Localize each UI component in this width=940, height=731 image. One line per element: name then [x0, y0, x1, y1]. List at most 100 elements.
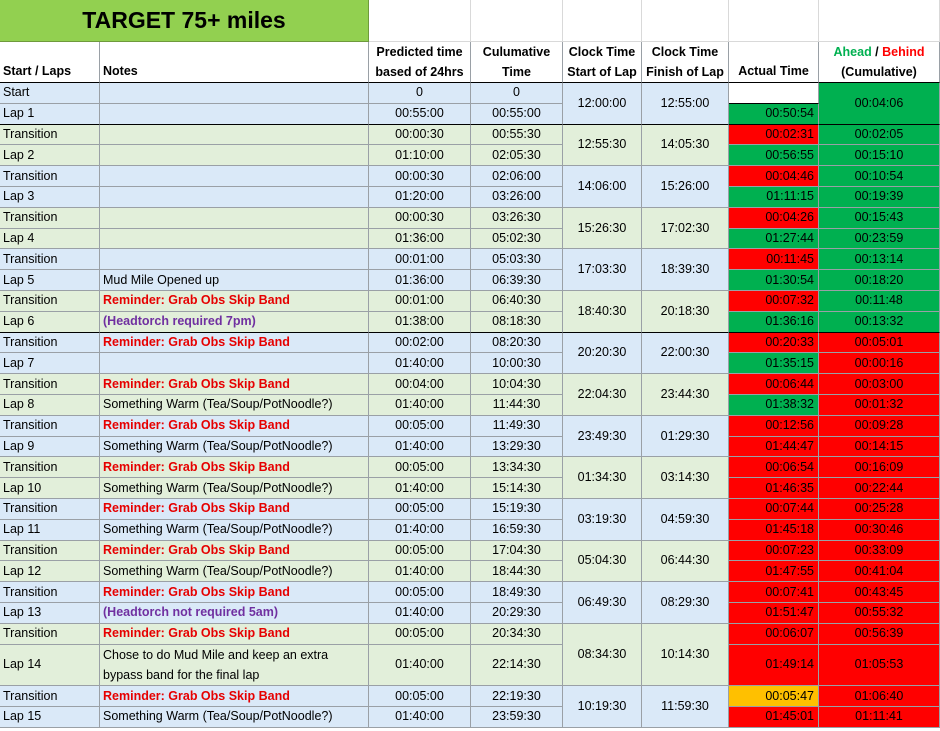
clock-start[interactable]: 12:00:00 — [563, 83, 642, 125]
lap-label[interactable]: Transition — [0, 540, 100, 562]
lap-label[interactable]: Lap 7 — [0, 353, 100, 375]
lap-label[interactable]: Lap 1 — [0, 103, 100, 125]
lap-label[interactable]: Lap 12 — [0, 561, 100, 583]
predicted-time[interactable]: 00:05:00 — [369, 540, 471, 562]
predicted-time[interactable]: 01:40:00 — [369, 561, 471, 583]
cumulative-time[interactable]: 15:14:30 — [471, 478, 563, 499]
predicted-time[interactable]: 00:55:00 — [369, 103, 471, 125]
predicted-time[interactable]: 01:40:00 — [369, 436, 471, 458]
clock-finish[interactable]: 17:02:30 — [642, 207, 729, 250]
ahead-behind-time[interactable]: 00:13:32 — [819, 311, 940, 333]
clock-finish[interactable]: 11:59:30 — [642, 686, 729, 728]
predicted-time[interactable]: 00:02:00 — [369, 332, 471, 354]
cumulative-time[interactable]: 05:03:30 — [471, 249, 563, 271]
clock-start[interactable]: 14:06:00 — [563, 166, 642, 208]
lap-label[interactable]: Transition — [0, 207, 100, 229]
lap-note[interactable]: Reminder: Grab Obs Skip Band — [100, 582, 369, 603]
clock-finish[interactable]: 14:05:30 — [642, 124, 729, 167]
cumulative-time[interactable]: 17:04:30 — [471, 540, 563, 562]
clock-start[interactable]: 15:26:30 — [563, 207, 642, 250]
cumulative-time[interactable]: 08:18:30 — [471, 311, 563, 333]
ahead-behind-time[interactable]: 00:15:43 — [819, 207, 940, 229]
lap-note[interactable]: Reminder: Grab Obs Skip Band — [100, 540, 369, 562]
ahead-behind-time[interactable]: 00:30:46 — [819, 519, 940, 541]
lap-label[interactable]: Transition — [0, 623, 100, 645]
actual-time[interactable]: 00:11:45 — [729, 249, 819, 271]
cumulative-time[interactable]: 0 — [471, 83, 563, 104]
cumulative-time[interactable]: 10:00:30 — [471, 353, 563, 375]
lap-note[interactable] — [100, 187, 369, 208]
lap-note[interactable]: Mud Mile Opened up — [100, 270, 369, 291]
sheet-title[interactable]: TARGET 75+ miles — [0, 0, 369, 42]
cumulative-time[interactable]: 18:49:30 — [471, 582, 563, 603]
predicted-time[interactable]: 00:01:00 — [369, 249, 471, 271]
clock-start[interactable]: 03:19:30 — [563, 499, 642, 541]
ahead-behind-time[interactable]: 00:13:14 — [819, 249, 940, 271]
ahead-behind-time[interactable]: 00:15:10 — [819, 145, 940, 167]
actual-time[interactable]: 00:07:44 — [729, 499, 819, 520]
header-notes[interactable]: Notes — [100, 42, 369, 83]
lap-note[interactable]: Reminder: Grab Obs Skip Band — [100, 623, 369, 645]
lap-label[interactable]: Lap 8 — [0, 395, 100, 416]
actual-time[interactable]: 00:04:26 — [729, 207, 819, 229]
lap-label[interactable]: Transition — [0, 582, 100, 603]
actual-time[interactable]: 00:02:31 — [729, 124, 819, 146]
actual-time[interactable]: 01:35:15 — [729, 353, 819, 375]
actual-time[interactable]: 01:51:47 — [729, 603, 819, 624]
cumulative-time[interactable]: 02:06:00 — [471, 166, 563, 187]
cumulative-time[interactable]: 22:14:30 — [471, 644, 563, 687]
predicted-time[interactable]: 01:40:00 — [369, 353, 471, 375]
predicted-time[interactable]: 01:40:00 — [369, 603, 471, 624]
predicted-time[interactable]: 01:40:00 — [369, 707, 471, 728]
ahead-behind-time[interactable]: 00:02:05 — [819, 124, 940, 146]
lap-label[interactable]: Transition — [0, 124, 100, 146]
lap-label[interactable]: Lap 15 — [0, 707, 100, 728]
predicted-time[interactable]: 00:00:30 — [369, 207, 471, 229]
lap-note[interactable]: Reminder: Grab Obs Skip Band — [100, 415, 369, 437]
clock-start[interactable]: 23:49:30 — [563, 415, 642, 458]
cumulative-time[interactable]: 06:40:30 — [471, 291, 563, 312]
predicted-time[interactable]: 00:04:00 — [369, 374, 471, 395]
clock-start[interactable]: 08:34:30 — [563, 623, 642, 687]
predicted-time[interactable]: 00:00:30 — [369, 166, 471, 187]
cumulative-time[interactable]: 15:19:30 — [471, 499, 563, 520]
predicted-time[interactable]: 00:00:30 — [369, 124, 471, 146]
lap-note[interactable] — [100, 228, 369, 250]
lap-note[interactable] — [100, 103, 369, 125]
actual-time[interactable] — [729, 83, 819, 104]
lap-label[interactable]: Lap 11 — [0, 519, 100, 541]
predicted-time[interactable]: 01:36:00 — [369, 270, 471, 291]
cumulative-time[interactable]: 11:44:30 — [471, 395, 563, 416]
ahead-behind-time[interactable]: 00:00:16 — [819, 353, 940, 375]
ahead-behind-time[interactable]: 00:14:15 — [819, 436, 940, 458]
actual-time[interactable]: 00:07:23 — [729, 540, 819, 562]
clock-start[interactable]: 05:04:30 — [563, 540, 642, 583]
lap-note[interactable]: Something Warm (Tea/Soup/PotNoodle?) — [100, 561, 369, 583]
actual-time[interactable]: 01:44:47 — [729, 436, 819, 458]
predicted-time[interactable]: 00:01:00 — [369, 291, 471, 312]
cumulative-time[interactable]: 13:29:30 — [471, 436, 563, 458]
predicted-time[interactable]: 00:05:00 — [369, 457, 471, 479]
predicted-time[interactable]: 01:38:00 — [369, 311, 471, 333]
actual-time[interactable]: 00:06:44 — [729, 374, 819, 395]
clock-finish[interactable]: 10:14:30 — [642, 623, 729, 687]
lap-label[interactable]: Lap 3 — [0, 187, 100, 208]
lap-note[interactable] — [100, 207, 369, 229]
lap-note[interactable] — [100, 353, 369, 375]
cumulative-time[interactable]: 06:39:30 — [471, 270, 563, 291]
lap-label[interactable]: Lap 6 — [0, 311, 100, 333]
predicted-time[interactable]: 01:10:00 — [369, 145, 471, 167]
predicted-time[interactable]: 00:05:00 — [369, 623, 471, 645]
lap-label[interactable]: Lap 2 — [0, 145, 100, 167]
lap-label[interactable]: Lap 5 — [0, 270, 100, 291]
lap-label[interactable]: Transition — [0, 374, 100, 395]
lap-note[interactable]: Something Warm (Tea/Soup/PotNoodle?) — [100, 707, 369, 728]
actual-time[interactable]: 01:45:18 — [729, 519, 819, 541]
lap-label[interactable]: Lap 4 — [0, 228, 100, 250]
header-clock-start[interactable]: Clock Time Start of Lap — [563, 42, 642, 83]
clock-finish[interactable]: 06:44:30 — [642, 540, 729, 583]
clock-start[interactable]: 22:04:30 — [563, 374, 642, 416]
clock-finish[interactable]: 18:39:30 — [642, 249, 729, 291]
header-predicted[interactable]: Predicted time based of 24hrs — [369, 42, 471, 83]
lap-note[interactable]: Something Warm (Tea/Soup/PotNoodle?) — [100, 478, 369, 499]
